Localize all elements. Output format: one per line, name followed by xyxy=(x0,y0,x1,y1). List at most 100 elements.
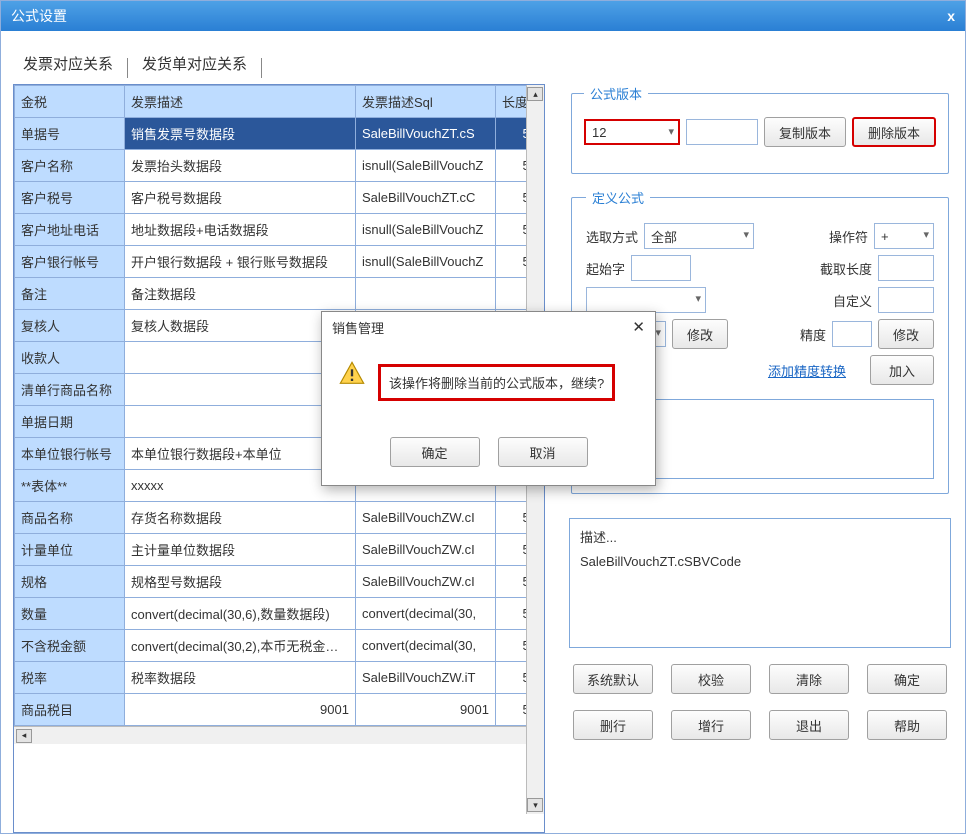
table-row[interactable]: 数量convert(decimal(30,6),数量数据段)convert(de… xyxy=(15,598,544,630)
col-header[interactable]: 发票描述Sql xyxy=(355,86,495,118)
dialog-ok-button[interactable]: 确定 xyxy=(390,437,480,467)
modify-button[interactable]: 修改 xyxy=(672,319,728,349)
start-char-input[interactable] xyxy=(631,255,691,281)
cell[interactable]: 收款人 xyxy=(15,342,125,374)
close-icon[interactable]: ✕ xyxy=(632,318,645,336)
table-row[interactable]: 商品名称存货名称数据段SaleBillVouchZW.cI50 xyxy=(15,502,544,534)
close-icon[interactable]: x xyxy=(947,8,955,24)
table-row[interactable]: 客户税号客户税号数据段SaleBillVouchZT.cC50 xyxy=(15,182,544,214)
cell[interactable]: SaleBillVouchZW.cI xyxy=(355,566,495,598)
cell[interactable]: 客户地址电话 xyxy=(15,214,125,246)
delete-version-button[interactable]: 删除版本 xyxy=(852,117,936,147)
add-precision-link[interactable]: 添加精度转换 xyxy=(762,355,852,385)
help-button[interactable]: 帮助 xyxy=(867,710,947,740)
add-row-button[interactable]: 增行 xyxy=(671,710,751,740)
cell[interactable]: 客户税号数据段 xyxy=(125,182,356,214)
operator-combo[interactable]: + xyxy=(874,223,934,249)
scroll-down-icon[interactable]: ▾ xyxy=(527,798,543,812)
horizontal-scrollbar[interactable]: ◂ ▸ xyxy=(14,726,544,744)
table-row[interactable]: 客户银行帐号开户银行数据段 + 银行账号数据段isnull(SaleBillVo… xyxy=(15,246,544,278)
table-row[interactable]: 税率税率数据段SaleBillVouchZW.iT50 xyxy=(15,662,544,694)
cell[interactable]: 销售发票号数据段 xyxy=(125,118,356,150)
cell[interactable]: 发票抬头数据段 xyxy=(125,150,356,182)
table-row[interactable]: 规格规格型号数据段SaleBillVouchZW.cI50 xyxy=(15,566,544,598)
custom-input[interactable] xyxy=(878,287,934,313)
col-header[interactable]: 发票描述 xyxy=(125,86,356,118)
col-header[interactable]: 金税 xyxy=(15,86,125,118)
dialog-cancel-button[interactable]: 取消 xyxy=(498,437,588,467)
cut-len-label: 截取长度 xyxy=(820,259,872,278)
cell[interactable]: 主计量单位数据段 xyxy=(125,534,356,566)
cell[interactable]: 商品税目 xyxy=(15,694,125,726)
cell[interactable]: 开户银行数据段 + 银行账号数据段 xyxy=(125,246,356,278)
cell[interactable]: 清单行商品名称 xyxy=(15,374,125,406)
description-value: SaleBillVouchZT.cSBVCode xyxy=(580,554,940,569)
window-title: 公式设置 xyxy=(11,6,67,26)
tab-invoice-relation[interactable]: 发票对应关系 xyxy=(17,49,119,78)
exit-button[interactable]: 退出 xyxy=(769,710,849,740)
cell[interactable]: 商品名称 xyxy=(15,502,125,534)
cell[interactable]: SaleBillVouchZW.iT xyxy=(355,662,495,694)
ok-button[interactable]: 确定 xyxy=(867,664,947,694)
cell[interactable]: convert(decimal(30, xyxy=(355,598,495,630)
validate-button[interactable]: 校验 xyxy=(671,664,751,694)
cell[interactable]: 税率 xyxy=(15,662,125,694)
table-row[interactable]: 商品税目9001900150 xyxy=(15,694,544,726)
table-row[interactable]: 客户名称发票抬头数据段isnull(SaleBillVouchZ50 xyxy=(15,150,544,182)
cell[interactable] xyxy=(355,278,495,310)
cell[interactable]: SaleBillVouchZW.cI xyxy=(355,502,495,534)
cell[interactable]: 客户名称 xyxy=(15,150,125,182)
tab-shipping-relation[interactable]: 发货单对应关系 xyxy=(136,49,253,78)
version-combo[interactable]: 12 xyxy=(584,119,680,145)
table-row[interactable]: 客户地址电话地址数据段+电话数据段isnull(SaleBillVouchZ50 xyxy=(15,214,544,246)
scroll-left-icon[interactable]: ◂ xyxy=(16,729,32,743)
table-row[interactable]: 计量单位主计量单位数据段SaleBillVouchZW.cI50 xyxy=(15,534,544,566)
cell[interactable]: SaleBillVouchZT.cC xyxy=(355,182,495,214)
cell[interactable]: 本单位银行帐号 xyxy=(15,438,125,470)
custom-combo[interactable] xyxy=(586,287,706,313)
add-button[interactable]: 加入 xyxy=(870,355,934,385)
scroll-up-icon[interactable]: ▴ xyxy=(527,87,543,101)
precision-input[interactable] xyxy=(832,321,872,347)
cell[interactable]: 地址数据段+电话数据段 xyxy=(125,214,356,246)
system-default-button[interactable]: 系统默认 xyxy=(573,664,653,694)
cell[interactable]: 计量单位 xyxy=(15,534,125,566)
cell[interactable]: isnull(SaleBillVouchZ xyxy=(355,246,495,278)
precision-modify-button[interactable]: 修改 xyxy=(878,319,934,349)
cell[interactable]: SaleBillVouchZW.cI xyxy=(355,534,495,566)
cell[interactable]: 客户税号 xyxy=(15,182,125,214)
table-row[interactable]: 不含税金额convert(decimal(30,2),本币无税金额数据conve… xyxy=(15,630,544,662)
cell[interactable]: 单据号 xyxy=(15,118,125,150)
cell[interactable]: 数量 xyxy=(15,598,125,630)
cell[interactable]: 税率数据段 xyxy=(125,662,356,694)
cell[interactable]: isnull(SaleBillVouchZ xyxy=(355,150,495,182)
version-input[interactable] xyxy=(686,119,758,145)
cut-len-input[interactable] xyxy=(878,255,934,281)
cell[interactable]: 不含税金额 xyxy=(15,630,125,662)
cell[interactable]: isnull(SaleBillVouchZ xyxy=(355,214,495,246)
select-mode-combo[interactable]: 全部 xyxy=(644,223,754,249)
cell[interactable]: 备注 xyxy=(15,278,125,310)
cell[interactable]: 规格 xyxy=(15,566,125,598)
cell[interactable]: 备注数据段 xyxy=(125,278,356,310)
table-row[interactable]: 备注备注数据段 xyxy=(15,278,544,310)
delete-row-button[interactable]: 删行 xyxy=(573,710,653,740)
table-row[interactable]: 单据号销售发票号数据段SaleBillVouchZT.cS50 xyxy=(15,118,544,150)
cell[interactable]: SaleBillVouchZT.cS xyxy=(355,118,495,150)
cell[interactable]: 复核人 xyxy=(15,310,125,342)
cell[interactable]: 9001 xyxy=(355,694,495,726)
description-title: 描述... xyxy=(580,527,940,546)
cell[interactable]: 客户银行帐号 xyxy=(15,246,125,278)
description-box[interactable]: 描述... SaleBillVouchZT.cSBVCode xyxy=(569,518,951,648)
cell[interactable]: **表体** xyxy=(15,470,125,502)
cell[interactable]: convert(decimal(30,6),数量数据段) xyxy=(125,598,356,630)
cell[interactable]: convert(decimal(30,2),本币无税金额数据 xyxy=(125,630,356,662)
tabs: 发票对应关系 发货单对应关系 xyxy=(1,31,965,84)
cell[interactable]: convert(decimal(30, xyxy=(355,630,495,662)
cell[interactable]: 9001 xyxy=(125,694,356,726)
cell[interactable]: 规格型号数据段 xyxy=(125,566,356,598)
cell[interactable]: 单据日期 xyxy=(15,406,125,438)
clear-button[interactable]: 清除 xyxy=(769,664,849,694)
copy-version-button[interactable]: 复制版本 xyxy=(764,117,846,147)
cell[interactable]: 存货名称数据段 xyxy=(125,502,356,534)
